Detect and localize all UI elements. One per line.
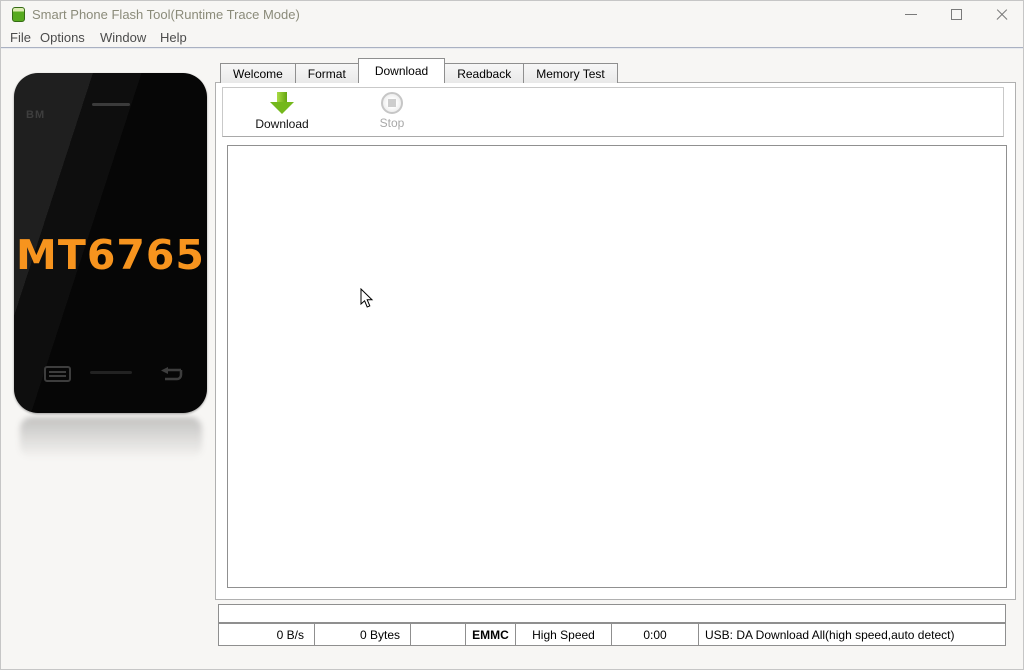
phone-brand-text: BM (26, 109, 46, 121)
status-usb-speed: High Speed (515, 623, 612, 646)
phone-graphic: BM MT6765 (14, 73, 207, 413)
menu-item-file[interactable]: File (10, 30, 31, 45)
phone-back-icon (161, 367, 183, 381)
tab-download[interactable]: Download (357, 58, 446, 83)
titlebar: Smart Phone Flash Tool(Runtime Trace Mod… (0, 0, 1024, 28)
download-button-label: Download (255, 117, 309, 131)
stop-button-label: Stop (379, 116, 405, 130)
tab-welcome[interactable]: Welcome (220, 63, 296, 83)
minimize-icon (905, 14, 917, 15)
phone-home-icon (90, 371, 132, 374)
mouse-cursor (360, 288, 374, 308)
stop-button[interactable]: Stop (361, 92, 423, 130)
status-speed: 0 B/s (218, 623, 315, 646)
statusbar: 0 B/s 0 Bytes EMMC High Speed 0:00 USB: … (218, 623, 1006, 646)
download-arrow-icon (270, 92, 294, 115)
maximize-button[interactable] (940, 4, 972, 25)
phone-speaker (92, 103, 130, 106)
menu-item-help[interactable]: Help (160, 30, 187, 45)
status-elapsed-time: 0:00 (611, 623, 699, 646)
tab-bar: Welcome Format Download Readback Memory … (220, 58, 618, 83)
menu-item-options[interactable]: Options (40, 30, 85, 45)
download-button[interactable]: Download (251, 92, 313, 131)
close-button[interactable] (986, 4, 1018, 25)
status-usb-message: USB: DA Download All(high speed,auto det… (698, 623, 1006, 646)
maximize-icon (950, 9, 962, 20)
minimize-button[interactable] (895, 4, 927, 25)
phone-reflection (20, 417, 202, 459)
menubar: File Options Window Help (0, 28, 1024, 47)
status-bytes: 0 Bytes (314, 623, 411, 646)
window-title: Smart Phone Flash Tool(Runtime Trace Mod… (32, 7, 300, 22)
menu-separator (0, 47, 1024, 49)
menu-item-window[interactable]: Window (100, 30, 146, 45)
progress-bar (218, 604, 1006, 623)
phone-menu-icon (44, 366, 71, 382)
chipset-label: MT6765 (16, 231, 205, 279)
download-settings-box (227, 145, 1007, 588)
toolbar: Download Stop (222, 87, 1004, 137)
app-icon (12, 7, 25, 22)
status-empty-cell (410, 623, 466, 646)
close-icon (996, 9, 1008, 21)
tab-memory-test[interactable]: Memory Test (523, 63, 618, 83)
status-storage-type: EMMC (465, 623, 516, 646)
tab-format[interactable]: Format (294, 63, 359, 83)
tab-readback[interactable]: Readback (444, 63, 525, 83)
stop-icon (381, 92, 403, 114)
